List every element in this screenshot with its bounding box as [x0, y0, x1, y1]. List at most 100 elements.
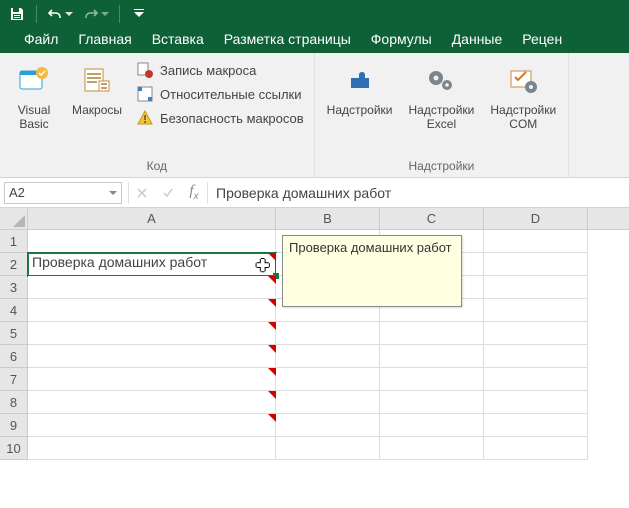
row-header-7[interactable]: 7	[0, 368, 28, 391]
row-header-4[interactable]: 4	[0, 299, 28, 322]
group-addins: Надстройки Надстройки Excel Надстройки C…	[315, 53, 570, 177]
cell-A9[interactable]	[28, 414, 276, 437]
col-header-D[interactable]: D	[484, 208, 588, 229]
relative-refs-icon	[136, 85, 154, 103]
comment-indicator-icon	[268, 299, 276, 307]
formula-input[interactable]	[216, 185, 629, 201]
cell-C5[interactable]	[380, 322, 484, 345]
comment-indicator-icon	[268, 345, 276, 353]
macro-security-label: Безопасность макросов	[160, 111, 304, 126]
comment-indicator-icon	[268, 276, 276, 284]
tab-formulas[interactable]: Формулы	[361, 27, 442, 53]
cell-D6[interactable]	[484, 345, 588, 368]
cell-D4[interactable]	[484, 299, 588, 322]
cell-A8[interactable]	[28, 391, 276, 414]
group-code: Visual Basic Макросы Запись макроса Отно…	[0, 53, 315, 177]
cell-A1[interactable]	[28, 230, 276, 253]
cell-B9[interactable]	[276, 414, 380, 437]
cancel-formula-button[interactable]	[129, 182, 155, 204]
cell-A4[interactable]	[28, 299, 276, 322]
relative-refs-button[interactable]: Относительные ссылки	[132, 83, 308, 105]
tab-home[interactable]: Главная	[68, 27, 141, 53]
row-header-2[interactable]: 2	[0, 253, 28, 276]
macros-label: Макросы	[72, 103, 122, 117]
cell-A3[interactable]	[28, 276, 276, 299]
chevron-down-icon	[109, 189, 117, 197]
cell-D1[interactable]	[484, 230, 588, 253]
fx-button[interactable]: fx	[181, 182, 207, 204]
col-header-C[interactable]: C	[380, 208, 484, 229]
record-macro-button[interactable]: Запись макроса	[132, 59, 308, 81]
excel-addins-button[interactable]: Надстройки Excel	[403, 57, 481, 157]
addins-icon	[340, 61, 380, 101]
tab-insert[interactable]: Вставка	[142, 27, 214, 53]
row-header-10[interactable]: 10	[0, 437, 28, 460]
macros-button[interactable]: Макросы	[66, 57, 128, 157]
cell-A10[interactable]	[28, 437, 276, 460]
tab-layout[interactable]: Разметка страницы	[214, 27, 361, 53]
excel-addins-label: Надстройки Excel	[409, 103, 475, 131]
visual-basic-label: Visual Basic	[18, 103, 50, 131]
row-header-8[interactable]: 8	[0, 391, 28, 414]
cell-D10[interactable]	[484, 437, 588, 460]
cell-C8[interactable]	[380, 391, 484, 414]
col-header-B[interactable]: B	[276, 208, 380, 229]
cell-D2[interactable]	[484, 253, 588, 276]
cell-B7[interactable]	[276, 368, 380, 391]
record-macro-icon	[136, 61, 154, 79]
comment-indicator-icon	[268, 322, 276, 330]
col-header-A[interactable]: A	[28, 208, 276, 229]
name-box[interactable]: A2	[4, 182, 122, 204]
cell-D7[interactable]	[484, 368, 588, 391]
com-addins-label: Надстройки COM	[490, 103, 556, 131]
com-addins-button[interactable]: Надстройки COM	[484, 57, 562, 157]
addins-button[interactable]: Надстройки	[321, 57, 399, 157]
com-addins-icon	[503, 61, 543, 101]
cell-A5[interactable]	[28, 322, 276, 345]
cell-A6[interactable]	[28, 345, 276, 368]
cell-B6[interactable]	[276, 345, 380, 368]
group-addins-label: Надстройки	[321, 157, 563, 175]
row-header-9[interactable]: 9	[0, 414, 28, 437]
visual-basic-button[interactable]: Visual Basic	[6, 57, 62, 157]
save-icon[interactable]	[4, 2, 30, 26]
macros-icon	[77, 61, 117, 101]
row-header-3[interactable]: 3	[0, 276, 28, 299]
cell-C10[interactable]	[380, 437, 484, 460]
row-header-6[interactable]: 6	[0, 345, 28, 368]
comment-indicator-icon	[268, 391, 276, 399]
warning-icon	[136, 109, 154, 127]
tab-file[interactable]: Файл	[14, 27, 68, 53]
macro-security-button[interactable]: Безопасность макросов	[132, 107, 308, 129]
qat-customize-icon[interactable]	[126, 2, 152, 26]
undo-button[interactable]	[43, 7, 77, 21]
comment-tooltip-text: Проверка домашних работ	[289, 240, 452, 255]
cell-A2[interactable]: Проверка домашних работ	[28, 253, 276, 276]
comment-indicator-icon	[268, 414, 276, 422]
cell-C9[interactable]	[380, 414, 484, 437]
ribbon: Visual Basic Макросы Запись макроса Отно…	[0, 53, 629, 178]
row-header-5[interactable]: 5	[0, 322, 28, 345]
cell-D5[interactable]	[484, 322, 588, 345]
cell-C7[interactable]	[380, 368, 484, 391]
cell-D9[interactable]	[484, 414, 588, 437]
visual-basic-icon	[14, 61, 54, 101]
cell-A7[interactable]	[28, 368, 276, 391]
enter-formula-button[interactable]	[155, 182, 181, 204]
ribbon-tabs: Файл Главная Вставка Разметка страницы Ф…	[0, 27, 629, 53]
formula-bar: A2 fx	[0, 178, 629, 208]
tab-data[interactable]: Данные	[442, 27, 513, 53]
cell-B10[interactable]	[276, 437, 380, 460]
cell-C6[interactable]	[380, 345, 484, 368]
spreadsheet-grid[interactable]: ABCD 12345678910 Проверка домашних работ…	[0, 208, 629, 478]
cell-B8[interactable]	[276, 391, 380, 414]
cell-D3[interactable]	[484, 276, 588, 299]
redo-button[interactable]	[79, 7, 113, 21]
cell-B5[interactable]	[276, 322, 380, 345]
row-header-1[interactable]: 1	[0, 230, 28, 253]
tab-review[interactable]: Рецен	[512, 27, 572, 53]
comment-indicator-icon	[268, 253, 276, 261]
select-all-corner[interactable]	[0, 208, 28, 230]
cell-D8[interactable]	[484, 391, 588, 414]
quick-access-toolbar	[0, 0, 629, 27]
